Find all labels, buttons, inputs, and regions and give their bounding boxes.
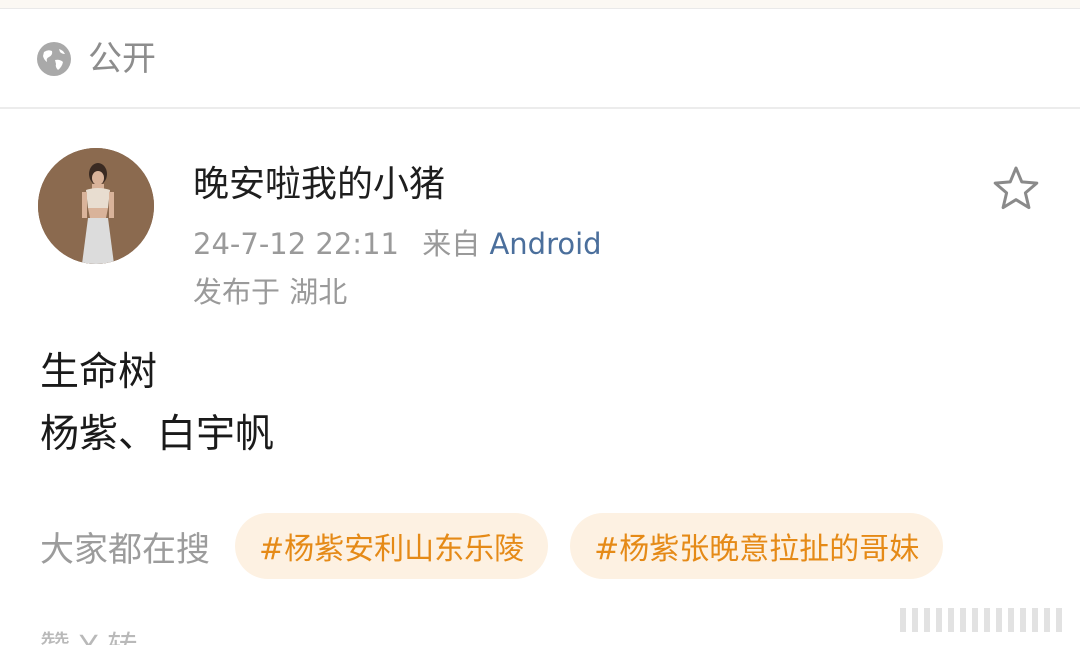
avatar[interactable] bbox=[38, 148, 154, 264]
trending-label: 大家都在搜 bbox=[40, 529, 210, 570]
source-prefix: 来自 bbox=[422, 227, 481, 261]
weibo-post-page: 公开 晚安啦我的小猪 24-7-12 22:11 来自 Android 发布于 … bbox=[0, 0, 1080, 645]
visibility-row: 公开 bbox=[0, 9, 1080, 109]
visibility-label: 公开 bbox=[88, 39, 156, 79]
post-location: 发布于 湖北 bbox=[193, 275, 348, 309]
post-meta: 24-7-12 22:11 来自 Android bbox=[193, 224, 602, 264]
globe-icon bbox=[37, 42, 71, 76]
post-body: 生命树 杨紫、白宇帆 bbox=[40, 342, 274, 466]
watermark-icon bbox=[892, 602, 1070, 638]
username[interactable]: 晚安啦我的小猪 bbox=[193, 160, 445, 210]
star-outline-icon[interactable] bbox=[990, 163, 1042, 215]
hashtag-chip[interactable]: #杨紫安利山东乐陵 bbox=[235, 513, 549, 579]
post-date: 24-7-12 22:11 bbox=[193, 227, 399, 261]
top-divider bbox=[0, 0, 1080, 9]
post-line: 生命树 bbox=[40, 350, 158, 395]
post-line: 杨紫、白宇帆 bbox=[40, 412, 275, 457]
partial-next-line: 赞 Y 转 bbox=[40, 628, 137, 645]
post-source[interactable]: Android bbox=[489, 227, 601, 261]
hashtag-chip[interactable]: #杨紫张晚意拉扯的哥妹 bbox=[570, 513, 944, 579]
trending-search-row: 大家都在搜 #杨紫安利山东乐陵 #杨紫张晚意拉扯的哥妹 bbox=[40, 513, 965, 579]
